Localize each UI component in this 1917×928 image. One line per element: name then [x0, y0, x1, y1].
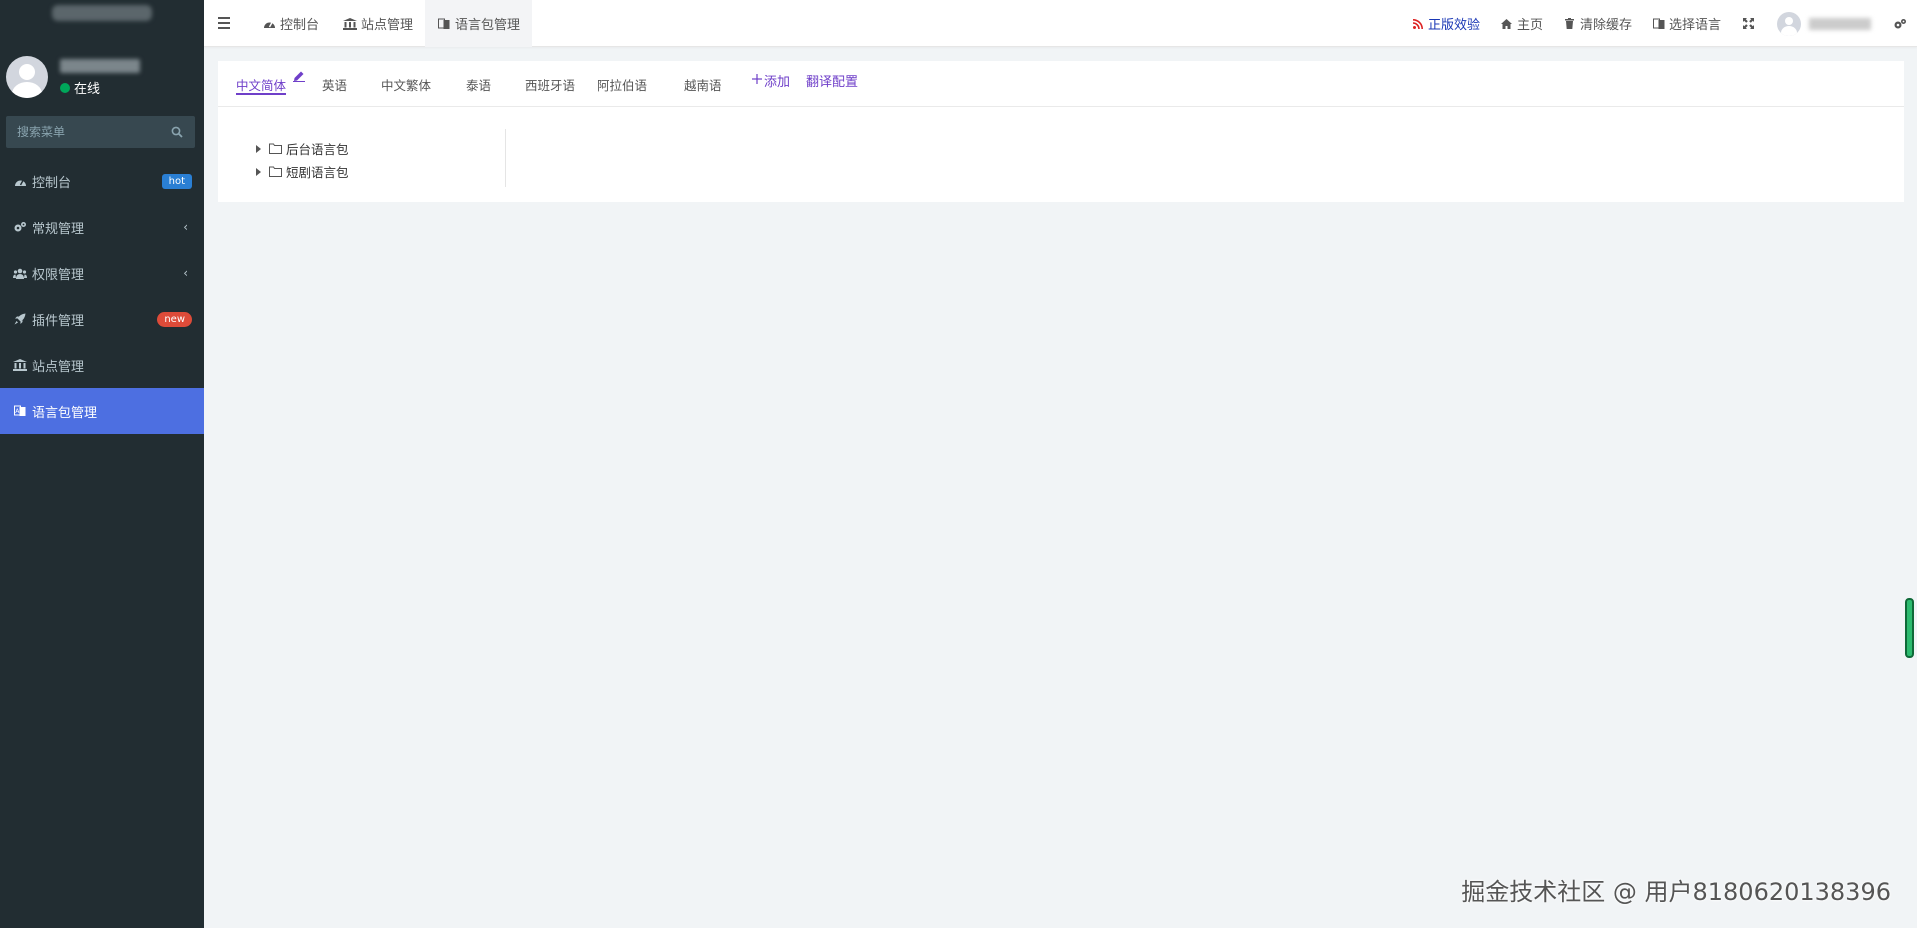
clear-cache-button[interactable]: 清除缓存 — [1553, 0, 1642, 47]
page-tabs: 控制台 站点管理 语言包管理 — [250, 0, 533, 47]
sidebar-item-label: 语言包管理 — [32, 405, 98, 421]
sidebar-item-label: 站点管理 — [32, 359, 85, 375]
settings-button[interactable] — [1883, 0, 1917, 47]
chevron-left-icon: ‹ — [183, 220, 188, 234]
sidebar-item-label: 权限管理 — [32, 267, 85, 283]
logo[interactable] — [0, 0, 204, 45]
home-link[interactable]: 主页 — [1490, 0, 1553, 47]
tab-zh-tw[interactable]: 中文繁体 — [381, 61, 431, 107]
sidebar-item-label: 控制台 — [32, 175, 72, 191]
add-label: 添加 — [764, 75, 791, 90]
plus-icon — [752, 73, 762, 88]
username-redacted — [60, 59, 140, 73]
language-pack-panel: 中文简体 英语 中文繁体 泰语 西班牙语 阿拉伯语 越南语 添加 翻译配置 后台… — [218, 61, 1904, 202]
sidebar-item-label: 插件管理 — [32, 313, 85, 329]
tree-divider — [505, 129, 506, 187]
watermark: 掘金技术社区 @ 用户8180620138396 — [1461, 878, 1891, 906]
tree-node[interactable]: 短剧语言包 — [256, 160, 349, 183]
expand-arrow-icon[interactable] — [256, 144, 261, 153]
users-icon — [12, 266, 28, 280]
rocket-icon — [12, 312, 28, 326]
avatar — [1777, 11, 1801, 36]
username-redacted — [1809, 17, 1871, 30]
tab-vi[interactable]: 越南语 — [684, 61, 722, 107]
sidebar-item-plugins[interactable]: 插件管理 new — [0, 296, 204, 342]
select-language-label: 选择语言 — [1668, 18, 1721, 33]
tab-dashboard[interactable]: 控制台 — [250, 0, 331, 47]
avatar — [6, 56, 48, 98]
tab-th[interactable]: 泰语 — [466, 61, 491, 107]
top-navbar: 控制台 站点管理 语言包管理 正版效验 主页 清除缓存 选择语言 — [204, 0, 1917, 47]
tab-zh-cn[interactable]: 中文简体 — [236, 61, 287, 107]
license-check-label: 正版效验 — [1427, 18, 1480, 33]
trash-icon — [1563, 17, 1577, 31]
cogs-icon — [12, 220, 28, 234]
tab-en[interactable]: 英语 — [322, 61, 347, 107]
bank-icon — [12, 358, 28, 372]
tab-label: 控制台 — [280, 18, 320, 33]
new-badge: new — [157, 311, 192, 327]
online-status: 在线 — [60, 78, 100, 97]
tab-language-packs[interactable]: 语言包管理 — [425, 0, 533, 47]
hot-badge: hot — [161, 173, 192, 189]
sidebar-item-permissions[interactable]: 权限管理 ‹ — [0, 250, 204, 296]
clear-cache-label: 清除缓存 — [1579, 18, 1632, 33]
tab-label: 语言包管理 — [455, 18, 521, 33]
tree-node[interactable]: 后台语言包 — [256, 137, 349, 160]
home-label: 主页 — [1516, 18, 1543, 33]
language-pack-tree: 后台语言包 短剧语言包 — [256, 137, 349, 183]
tab-label: 站点管理 — [361, 18, 414, 33]
sidebar-item-label: 常规管理 — [32, 221, 85, 237]
translate-config-link[interactable]: 翻译配置 — [806, 71, 858, 90]
sidebar-item-dashboard[interactable]: 控制台 hot — [0, 158, 204, 204]
rss-icon — [1411, 17, 1425, 31]
navbar-right: 正版效验 主页 清除缓存 选择语言 — [1401, 0, 1917, 47]
status-label: 在线 — [74, 82, 101, 97]
folder-icon — [269, 166, 282, 177]
bank-icon — [343, 17, 358, 31]
dashboard-icon — [262, 17, 276, 31]
fullscreen-button[interactable] — [1731, 0, 1765, 47]
add-language-link[interactable]: 添加 — [752, 71, 790, 90]
tab-ar[interactable]: 阿拉伯语 — [597, 61, 647, 107]
dashboard-icon — [12, 174, 28, 188]
folder-icon — [269, 143, 282, 154]
expand-icon — [1741, 17, 1755, 31]
sidebar-item-language-packs[interactable]: A 语言包管理 — [0, 388, 204, 434]
user-panel: 在线 — [6, 56, 196, 102]
cogs-icon — [1893, 17, 1907, 31]
select-language-button[interactable]: 选择语言 — [1642, 0, 1731, 47]
menu-search-input[interactable] — [17, 125, 170, 139]
menu-toggle-icon[interactable] — [218, 14, 232, 32]
expand-arrow-icon[interactable] — [256, 167, 261, 176]
menu-search — [6, 116, 195, 148]
translate-icon: A — [12, 404, 28, 418]
language-tabs: 中文简体 英语 中文繁体 泰语 西班牙语 阿拉伯语 越南语 添加 翻译配置 — [218, 61, 1904, 107]
translate-icon — [437, 17, 451, 31]
sidebar: 在线 控制台 hot 常规管理 ‹ 权限管理 ‹ — [0, 0, 204, 928]
license-check-link[interactable]: 正版效验 — [1401, 0, 1490, 47]
chevron-left-icon: ‹ — [183, 266, 188, 280]
online-dot-icon — [60, 82, 70, 93]
search-icon[interactable] — [170, 125, 184, 139]
home-icon — [1500, 17, 1514, 31]
sidebar-item-general[interactable]: 常规管理 ‹ — [0, 204, 204, 250]
translate-icon — [1652, 17, 1666, 31]
floating-scroll-handle[interactable] — [1905, 598, 1914, 658]
tree-node-label: 短剧语言包 — [286, 165, 349, 180]
tab-sites[interactable]: 站点管理 — [331, 0, 425, 47]
sidebar-item-sites[interactable]: 站点管理 — [0, 342, 204, 388]
sidebar-menu: 控制台 hot 常规管理 ‹ 权限管理 ‹ 插件管理 new 站点管理 A 语言… — [0, 158, 204, 434]
user-menu[interactable] — [1765, 0, 1883, 47]
tab-es[interactable]: 西班牙语 — [525, 61, 575, 107]
edit-icon[interactable] — [292, 69, 306, 83]
tree-node-label: 后台语言包 — [286, 142, 349, 157]
